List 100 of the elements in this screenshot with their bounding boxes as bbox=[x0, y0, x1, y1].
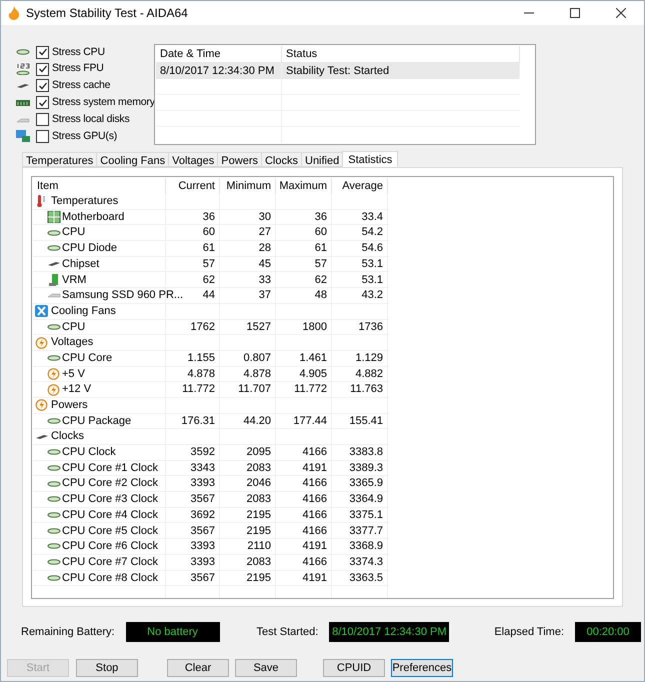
group-label[interactable]: Voltages bbox=[51, 334, 94, 351]
tab[interactable]: Voltages bbox=[168, 152, 218, 167]
checkbox-label: Stress GPU(s) bbox=[52, 128, 118, 144]
table-cell: 30 bbox=[220, 210, 276, 224]
log-row[interactable]: 8/10/2017 12:34:30 PM Stability Test: Started bbox=[156, 63, 520, 79]
table-cell: 54.2 bbox=[332, 225, 388, 240]
status-label: Test Started: bbox=[256, 624, 318, 640]
table-cell-text: +12 V bbox=[62, 382, 92, 398]
table-cell-text: CPU Core #5 Clock bbox=[62, 524, 158, 539]
monitor-icon bbox=[16, 130, 30, 142]
table-cell: 11.707 bbox=[220, 382, 276, 397]
checkbox-label: Stress system memory bbox=[52, 94, 155, 110]
table-cell: 3567 bbox=[166, 523, 220, 538]
table-cell: 33 bbox=[220, 272, 276, 288]
table-cell: 2083 bbox=[220, 460, 276, 476]
table-cell: 3383.8 bbox=[332, 445, 388, 460]
table-cell: 3567 bbox=[166, 492, 220, 507]
table-cell: 1736 bbox=[332, 320, 388, 334]
column-header[interactable]: Maximum bbox=[276, 178, 332, 194]
bolt-icon bbox=[47, 368, 61, 380]
button[interactable]: Save bbox=[235, 659, 297, 677]
table-cell: 4.878 bbox=[166, 366, 220, 382]
tab[interactable]: Unified bbox=[301, 152, 344, 167]
group-label[interactable]: Temperatures bbox=[51, 193, 118, 210]
table-cell: 33.4 bbox=[332, 210, 388, 224]
table-cell-text: CPU Core #1 Clock bbox=[62, 460, 158, 476]
table-cell: 1.155 bbox=[166, 350, 220, 366]
table-cell: 57 bbox=[166, 256, 220, 272]
checkbox-label: Stress CPU bbox=[52, 44, 105, 60]
group-label[interactable]: Cooling Fans bbox=[51, 302, 116, 320]
table-cell: 177.44 bbox=[276, 414, 332, 428]
table-cell: 3567 bbox=[166, 570, 220, 586]
tab[interactable]: Clocks bbox=[260, 152, 302, 167]
table-cell: 60 bbox=[276, 225, 332, 240]
table-cell-text: CPU Core #8 Clock bbox=[62, 570, 158, 586]
status-value: No battery bbox=[126, 622, 220, 642]
fan-icon bbox=[35, 305, 49, 318]
table-cell: 48 bbox=[276, 288, 332, 303]
group-label[interactable]: Clocks bbox=[51, 428, 84, 445]
button[interactable]: CPUID bbox=[323, 659, 385, 677]
close-icon[interactable] bbox=[616, 8, 626, 18]
status-label: Elapsed Time: bbox=[494, 624, 564, 640]
tab[interactable]: Cooling Fans bbox=[96, 152, 170, 167]
table-cell: 4.878 bbox=[220, 366, 276, 382]
checkbox[interactable] bbox=[36, 62, 49, 76]
table-cell: 2083 bbox=[220, 554, 276, 570]
table-cell: 53.1 bbox=[332, 272, 388, 288]
button[interactable]: Clear bbox=[167, 659, 229, 677]
table-cell: 3364.9 bbox=[332, 492, 388, 507]
flame-icon bbox=[8, 6, 20, 20]
table-cell: 3375.1 bbox=[332, 508, 388, 522]
button[interactable]: Stop bbox=[76, 659, 138, 677]
table-cell: 155.41 bbox=[332, 414, 388, 428]
checkbox[interactable] bbox=[36, 113, 49, 126]
checkbox-label: Stress local disks bbox=[52, 112, 130, 127]
checkbox[interactable] bbox=[36, 130, 49, 143]
table-cell: 11.772 bbox=[166, 382, 220, 397]
table-cell: 1.129 bbox=[332, 350, 388, 366]
column-header[interactable]: Item bbox=[33, 178, 166, 194]
table-cell: 36 bbox=[166, 210, 220, 224]
button[interactable]: Preferences bbox=[391, 659, 453, 677]
table-cell: 61 bbox=[276, 241, 332, 256]
checkbox[interactable] bbox=[36, 79, 49, 92]
table-cell: 8/10/2017 12:34:30 PM bbox=[156, 63, 282, 79]
table-cell: 4166 bbox=[276, 523, 332, 538]
table-cell: 4166 bbox=[276, 492, 332, 507]
tab[interactable]: Temperatures bbox=[22, 152, 98, 167]
table-cell: 4191 bbox=[276, 539, 332, 554]
table-cell-text: CPU Clock bbox=[62, 445, 116, 460]
table-cell: 57 bbox=[276, 256, 332, 272]
table-cell: 60 bbox=[166, 225, 220, 240]
table-cell: 1.461 bbox=[276, 350, 332, 366]
board-icon bbox=[47, 211, 61, 224]
table-cell-text: CPU bbox=[62, 320, 86, 335]
column-header[interactable]: Status bbox=[282, 46, 520, 62]
status-value: 8/10/2017 12:34:30 PM bbox=[329, 622, 450, 642]
table-cell: 2095 bbox=[220, 445, 276, 460]
table-cell: 3368.9 bbox=[332, 539, 388, 554]
table-cell-text: CPU Core #3 Clock bbox=[62, 492, 158, 508]
table-cell: 11.772 bbox=[276, 382, 332, 397]
tab[interactable]: Statistics bbox=[342, 151, 398, 167]
tab[interactable]: Powers bbox=[217, 152, 262, 167]
table-cell: 3374.3 bbox=[332, 554, 388, 570]
checkbox[interactable] bbox=[36, 46, 49, 59]
bolt-icon bbox=[35, 336, 49, 349]
table-cell-text: CPU Diode bbox=[62, 241, 118, 256]
table-cell: 3389.3 bbox=[332, 460, 388, 476]
table-cell: 2195 bbox=[220, 508, 276, 522]
table-cell: 4166 bbox=[276, 508, 332, 522]
group-label[interactable]: Powers bbox=[51, 397, 88, 414]
checkbox[interactable] bbox=[36, 96, 49, 110]
bolt-icon bbox=[35, 399, 49, 412]
table-cell: 3393 bbox=[166, 539, 220, 554]
table-cell-text: Samsung SSD 960 PR... bbox=[62, 288, 184, 304]
column-header[interactable]: Minimum bbox=[220, 178, 276, 194]
column-header[interactable]: Average bbox=[332, 178, 388, 194]
maximize-icon[interactable] bbox=[570, 8, 580, 18]
table-cell: 2046 bbox=[220, 476, 276, 492]
column-header[interactable]: Date & Time bbox=[156, 46, 282, 62]
column-header[interactable]: Current bbox=[166, 178, 220, 194]
